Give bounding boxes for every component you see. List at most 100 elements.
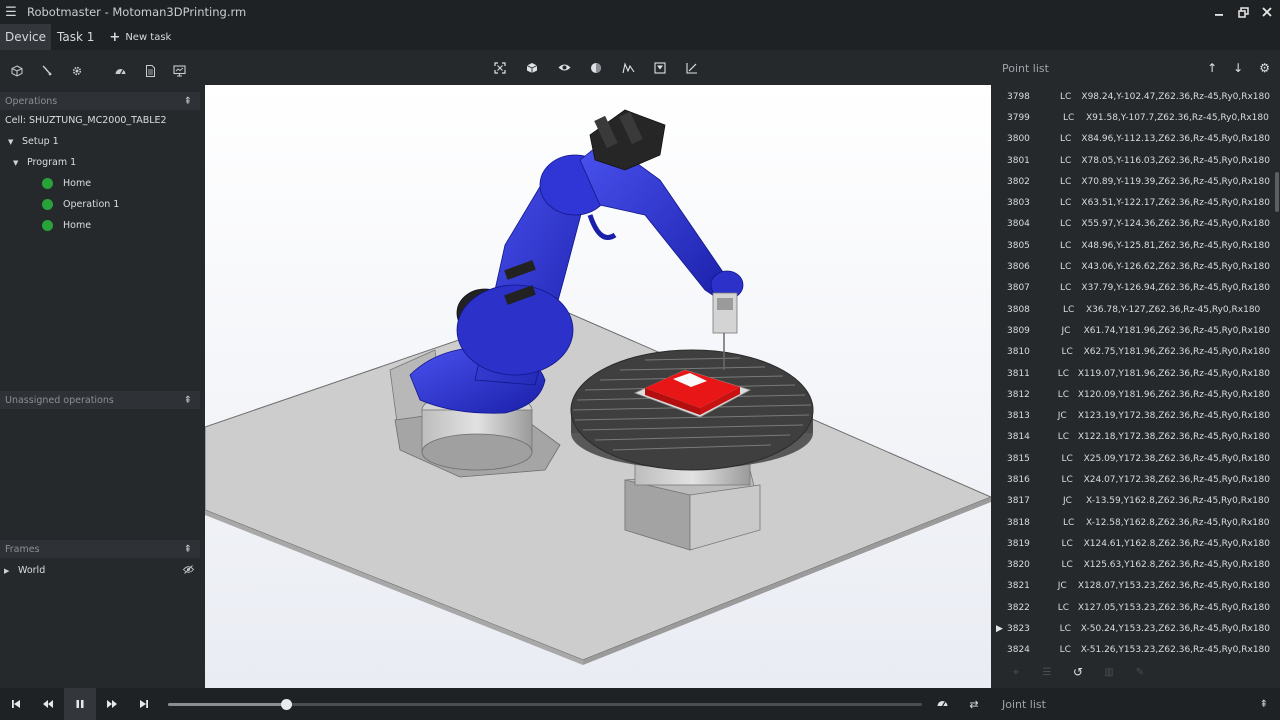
point-row[interactable]: 3814 LC X122.18,Y172.38,Z62.36,Rz-45,Ry0,R… <box>992 427 1270 448</box>
rotary-table <box>570 349 814 471</box>
tool-icon[interactable] <box>38 60 57 82</box>
monitor-icon[interactable] <box>170 60 189 82</box>
timeline-knob[interactable] <box>281 699 293 710</box>
operation-row[interactable]: Operation 1 <box>0 194 200 215</box>
loop-icon[interactable]: ⇄ <box>966 698 982 711</box>
fast-forward-icon[interactable] <box>96 688 128 720</box>
document-icon[interactable] <box>141 60 160 82</box>
rewind-icon[interactable] <box>32 688 64 720</box>
pause-icon <box>76 700 84 708</box>
point-num: 3809 <box>1007 325 1030 336</box>
point-row[interactable]: 3798 LC X98.24,Y-102.47,Z62.36,Rz-45,Ry0,R… <box>992 86 1270 107</box>
point-num: 3816 <box>1007 474 1030 485</box>
point-row[interactable]: 3808 LC X36.78,Y-127,Z62.36,Rz-45,Ry0,Rx18… <box>992 299 1270 320</box>
pin-icon[interactable]: ⇞ <box>184 395 192 406</box>
point-list: 3798 LC X98.24,Y-102.47,Z62.36,Rz-45,Ry0,R… <box>992 86 1270 661</box>
list-icon[interactable]: ☰ <box>1039 664 1055 680</box>
point-row[interactable]: 3820 LC X125.63,Y162.8,Z62.36,Rz-45,Ry0,Rx… <box>992 555 1270 576</box>
pin-icon[interactable]: ⇞ <box>1260 688 1268 720</box>
timeline-slider[interactable] <box>168 699 922 710</box>
point-coord: X98.24,Y-102.47,Z62.36,Rz-45,Ry0,Rx180 <box>1081 91 1270 102</box>
point-row[interactable]: 3816 LC X24.07,Y172.38,Z62.36,Rz-45,Ry0,Rx… <box>992 469 1270 490</box>
point-list-controls: ↑ ↓ ⚙ <box>1207 61 1270 75</box>
setup-row[interactable]: ▼ Setup 1 <box>0 131 200 152</box>
arrow-down-icon[interactable]: ↓ <box>1233 61 1243 75</box>
point-row[interactable]: 3812 LC X120.09,Y181.96,Z62.36,Rz-45,Ry0,R… <box>992 384 1270 405</box>
gauge-icon[interactable] <box>111 60 130 82</box>
point-row[interactable]: 3818 LC X-12.58,Y162.8,Z62.36,Rz-45,Ry0,Rx… <box>992 512 1270 533</box>
scrollbar[interactable] <box>1273 90 1279 660</box>
point-type: JC <box>1057 581 1067 592</box>
point-num: 3799 <box>1007 112 1030 123</box>
point-row[interactable]: 3804 LC X55.97,Y-124.36,Z62.36,Rz-45,Ry0,R… <box>992 214 1270 235</box>
point-coord: X25.09,Y172.38,Z62.36,Rz-45,Ry0,Rx180 <box>1083 453 1270 464</box>
world-label: World <box>18 565 46 576</box>
tab-device[interactable]: Device <box>0 24 52 50</box>
fit-view-icon[interactable] <box>491 59 509 77</box>
point-row[interactable]: 3819 LC X124.61,Y162.8,Z62.36,Rz-45,Ry0,Rx… <box>992 533 1270 554</box>
close-icon[interactable] <box>1260 5 1274 19</box>
tab-task-1[interactable]: Task 1 <box>52 24 99 50</box>
caret-down-icon[interactable]: ▼ <box>13 159 21 167</box>
point-row[interactable]: 3817 JC X-13.59,Y162.8,Z62.36,Rz-45,Ry0,Rx… <box>992 491 1270 512</box>
cube-view-icon[interactable] <box>523 59 541 77</box>
point-coord: X-13.59,Y162.8,Z62.36,Rz-45,Ry0,Rx180 <box>1086 496 1270 507</box>
timeline-progress <box>168 703 287 706</box>
minimize-icon[interactable] <box>1212 5 1226 19</box>
point-row[interactable]: ▶ 3823 LC X-50.24,Y153.23,Z62.36,Rz-45,Ry0,… <box>992 618 1270 639</box>
world-row[interactable]: ▶ World <box>0 560 200 581</box>
scroll-thumb[interactable] <box>1275 172 1279 212</box>
point-row[interactable]: 3800 LC X84.96,Y-112.13,Z62.36,Rz-45,Ry0,R… <box>992 129 1270 150</box>
point-row[interactable]: 3822 LC X127.05,Y153.23,Z62.36,Rz-45,Ry0,R… <box>992 597 1270 618</box>
trash-icon[interactable]: ▥ <box>1101 664 1117 680</box>
arrow-up-icon[interactable]: ↑ <box>1207 61 1217 75</box>
menu-icon[interactable]: ☰ <box>0 0 22 24</box>
point-coord: X127.05,Y153.23,Z62.36,Rz-45,Ry0,Rx180 <box>1077 602 1270 613</box>
point-row[interactable]: 3810 LC X62.75,Y181.96,Z62.36,Rz-45,Ry0,Rx… <box>992 342 1270 363</box>
point-row[interactable]: 3809 JC X61.74,Y181.96,Z62.36,Rz-45,Ry0,Rx… <box>992 320 1270 341</box>
point-row[interactable]: 3802 LC X70.89,Y-119.39,Z62.36,Rz-45,Ry0,R… <box>992 171 1270 192</box>
point-num: 3812 <box>1007 389 1030 400</box>
point-list-footer: + ☰ ↺ ▥ ✎ <box>992 656 1280 688</box>
gear-icon[interactable]: ⚙ <box>1259 61 1270 75</box>
speed-gauge-icon[interactable] <box>934 697 950 711</box>
point-row[interactable]: 3803 LC X63.51,Y-122.17,Z62.36,Rz-45,Ry0,R… <box>992 192 1270 213</box>
cube-outline-icon[interactable] <box>8 60 27 82</box>
point-row[interactable]: 3799 LC X91.58,Y-107.7,Z62.36,Rz-45,Ry0,Rx… <box>992 107 1270 128</box>
operation-row[interactable]: Home <box>0 173 200 194</box>
point-row[interactable]: 3811 LC X119.07,Y181.96,Z62.36,Rz-45,Ry0,R… <box>992 363 1270 384</box>
operation-row[interactable]: Home <box>0 215 200 236</box>
gear-icon[interactable] <box>67 60 86 82</box>
restore-icon[interactable] <box>1236 5 1250 19</box>
new-task-button[interactable]: + New task <box>109 24 171 50</box>
cell-row[interactable]: Cell: SHUZTUNG_MC2000_TABLE2 <box>0 110 200 131</box>
caret-right-icon[interactable]: ▶ <box>4 567 12 575</box>
3d-viewport[interactable] <box>205 85 991 688</box>
path-icon[interactable] <box>619 59 637 77</box>
pin-icon[interactable]: ⇞ <box>184 96 192 107</box>
eye-icon[interactable] <box>555 59 573 77</box>
point-row[interactable]: 3805 LC X48.96,Y-125.81,Z62.36,Rz-45,Ry0,R… <box>992 235 1270 256</box>
point-row[interactable]: 3807 LC X37.79,Y-126.94,Z62.36,Rz-45,Ry0,R… <box>992 278 1270 299</box>
point-row[interactable]: 3801 LC X78.05,Y-116.03,Z62.36,Rz-45,Ry0,R… <box>992 150 1270 171</box>
caret-down-icon[interactable]: ▼ <box>8 138 16 146</box>
program-row[interactable]: ▼ Program 1 <box>0 152 200 173</box>
skip-end-icon[interactable] <box>128 688 160 720</box>
pause-button[interactable] <box>64 688 96 720</box>
undo-icon[interactable]: ↺ <box>1070 664 1086 680</box>
point-row[interactable]: 3821 JC X128.07,Y153.23,Z62.36,Rz-45,Ry0,R… <box>992 576 1270 597</box>
point-row[interactable]: 3815 LC X25.09,Y172.38,Z62.36,Rz-45,Ry0,Rx… <box>992 448 1270 469</box>
filter-icon[interactable] <box>651 59 669 77</box>
point-num: 3804 <box>1007 219 1030 230</box>
chart-line-icon[interactable] <box>683 59 701 77</box>
eye-slash-icon[interactable] <box>182 564 195 577</box>
point-row[interactable]: 3806 LC X43.06,Y-126.62,Z62.36,Rz-45,Ry0,R… <box>992 256 1270 277</box>
joint-list-title[interactable]: Joint list <box>1002 688 1046 720</box>
sphere-icon[interactable] <box>587 59 605 77</box>
add-point-icon[interactable]: + <box>1008 664 1024 680</box>
window-controls <box>1212 0 1274 24</box>
pin-icon[interactable]: ⇞ <box>184 544 192 555</box>
skip-start-icon[interactable] <box>0 688 32 720</box>
edit-icon[interactable]: ✎ <box>1132 664 1148 680</box>
point-row[interactable]: 3813 JC X123.19,Y172.38,Z62.36,Rz-45,Ry0,R… <box>992 405 1270 426</box>
